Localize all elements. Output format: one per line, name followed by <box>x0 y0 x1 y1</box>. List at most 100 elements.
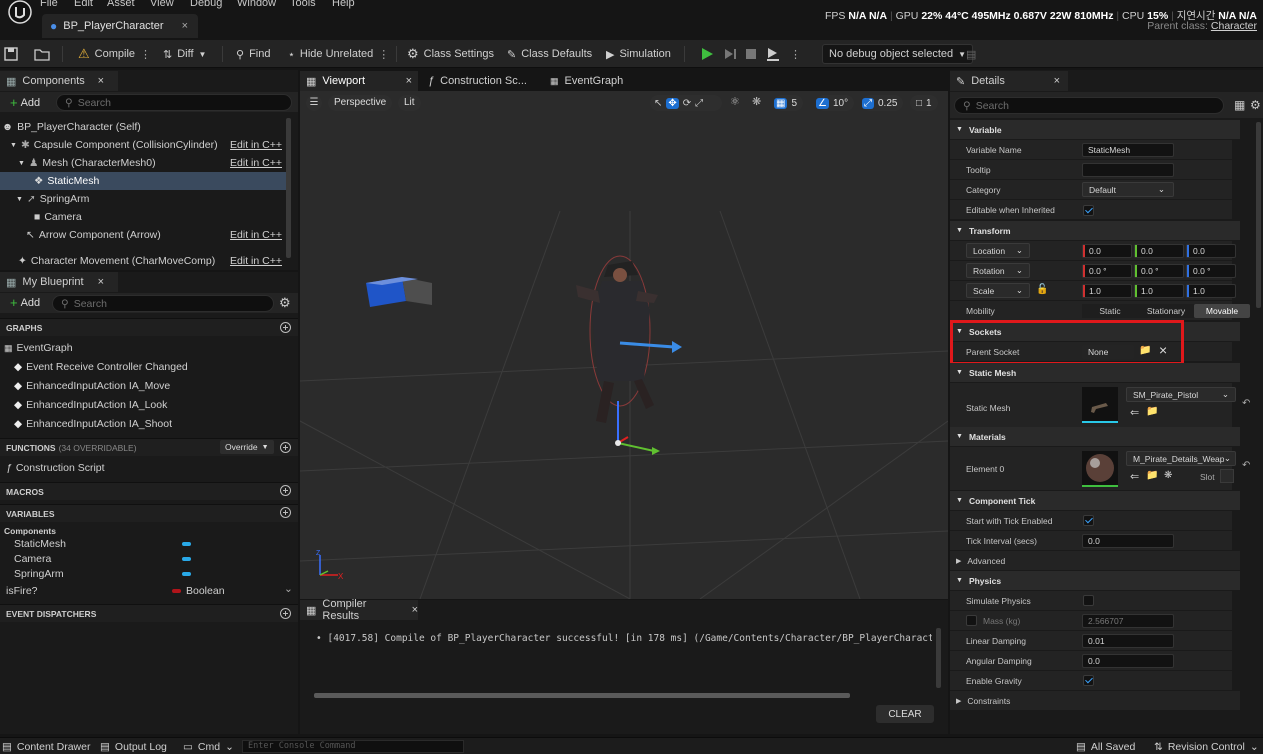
tooltip-input[interactable] <box>1082 163 1174 177</box>
variable-item[interactable]: isFire? Boolean ⌄ <box>6 582 294 600</box>
select-tool-icon[interactable]: ↖ <box>654 98 662 109</box>
edit-in-cpp-link[interactable]: Edit in C++ <box>230 139 282 151</box>
console-command-input[interactable]: Enter Console Command <box>242 740 464 753</box>
variables-header[interactable]: VARIABLES <box>0 504 298 522</box>
variable-name-input[interactable]: StaticMesh <box>1082 143 1174 157</box>
mobility-stationary[interactable]: Stationary <box>1138 304 1194 318</box>
menu-file[interactable]: File <box>40 0 58 9</box>
menu-window[interactable]: Window <box>237 0 276 9</box>
graphs-header[interactable]: GRAPHS <box>0 318 298 336</box>
stop-icon[interactable] <box>745 40 757 68</box>
unreal-logo-icon[interactable] <box>4 0 36 32</box>
gear-icon[interactable]: ⚙ <box>279 295 291 311</box>
add-component-button[interactable]: + Add <box>4 94 46 111</box>
mobility-static[interactable]: Static <box>1082 304 1138 318</box>
hamburger-menu-icon[interactable]: ☰ <box>306 95 322 111</box>
pirate-character-preview[interactable] <box>568 251 688 461</box>
all-saved-button[interactable]: ▤ All Saved <box>1076 738 1135 754</box>
output-log-button[interactable]: ▤ Output Log <box>100 738 167 754</box>
surface-snap-icon[interactable]: ❋ <box>752 95 761 108</box>
browse-asset-icon[interactable]: 📁 <box>1146 406 1158 417</box>
scale-tool-icon[interactable]: ⤢ <box>695 98 703 109</box>
tree-item-camera[interactable]: ■ Camera <box>34 208 82 226</box>
event-item[interactable]: ◆ Event Receive Controller Changed <box>14 358 188 376</box>
edit-in-cpp-link[interactable]: Edit in C++ <box>230 255 282 267</box>
scrollbar[interactable] <box>286 118 291 258</box>
menu-help[interactable]: Help <box>332 0 355 9</box>
compile-button[interactable]: ⚠ Compile ⋮ <box>78 40 151 68</box>
content-drawer-button[interactable]: ▤ Content Drawer <box>2 738 90 754</box>
angular-damping-input[interactable]: 0.0 <box>1082 654 1174 668</box>
static-mesh-dropdown[interactable]: SM_Pirate_Pistol ⌄ <box>1126 387 1236 402</box>
class-defaults-button[interactable]: ✎ Class Defaults <box>507 40 592 68</box>
close-icon[interactable]: × <box>406 75 412 87</box>
material-options-icon[interactable]: ❋ <box>1164 470 1172 481</box>
find-button[interactable]: ⚲ Find <box>236 40 270 68</box>
lit-dropdown[interactable]: Lit <box>398 95 421 111</box>
details-tab[interactable]: ✎ Details × <box>950 71 1068 91</box>
static-mesh-thumbnail[interactable] <box>1082 387 1118 423</box>
mass-override-checkbox[interactable] <box>966 615 977 626</box>
simulation-button[interactable]: ▶ Simulation <box>606 40 671 68</box>
transform-section-header[interactable]: ▼ Transform <box>950 221 1240 240</box>
menu-tools[interactable]: Tools <box>290 0 316 9</box>
event-item[interactable]: ◆ EnhancedInputAction IA_Move <box>14 377 170 395</box>
camera-mesh-preview[interactable] <box>362 273 436 313</box>
constraints-section-header[interactable]: ▶ Constraints <box>950 691 1240 710</box>
perspective-dropdown[interactable]: Perspective <box>328 95 393 111</box>
save-icon[interactable] <box>4 40 18 68</box>
compile-options-icon[interactable]: ⋮ <box>140 48 151 61</box>
components-search-input[interactable]: ⚲ Search <box>56 94 292 111</box>
location-x-input[interactable]: 0.0 <box>1082 244 1132 258</box>
category-dropdown[interactable]: Default ⌄ <box>1082 182 1174 197</box>
rotation-x-input[interactable]: 0.0 ° <box>1082 264 1132 278</box>
browse-folder-icon[interactable] <box>34 40 50 68</box>
add-blueprint-item-button[interactable]: + Add <box>4 294 46 311</box>
add-graph-icon[interactable] <box>280 322 291 333</box>
menu-edit[interactable]: Edit <box>74 0 93 9</box>
simulate-physics-checkbox[interactable] <box>1083 595 1094 606</box>
use-selected-icon[interactable]: ⇐ <box>1130 470 1139 483</box>
close-icon[interactable]: × <box>182 20 188 32</box>
start-tick-checkbox[interactable] <box>1083 515 1094 526</box>
edit-in-cpp-link[interactable]: Edit in C++ <box>230 157 282 169</box>
event-graph-tab[interactable]: ▦ EventGraph <box>544 71 654 91</box>
scale-y-input[interactable]: 1.0 <box>1134 284 1184 298</box>
linear-damping-input[interactable]: 0.01 <box>1082 634 1174 648</box>
component-tick-section-header[interactable]: ▼ Component Tick <box>950 491 1240 510</box>
reset-arrow-icon[interactable]: ↶ <box>1242 398 1250 409</box>
tree-item-self[interactable]: ☻ BP_PlayerCharacter (Self) <box>2 118 286 136</box>
construction-script-item[interactable]: ƒ Construction Script <box>6 459 105 477</box>
my-blueprint-tab[interactable]: ▦ My Blueprint × <box>0 272 118 292</box>
components-tab[interactable]: ▦ Components × <box>0 71 118 91</box>
blueprint-search-input[interactable]: ⚲ Search <box>52 295 274 312</box>
scrollbar[interactable] <box>1256 122 1261 308</box>
add-event-dispatcher-icon[interactable] <box>280 608 291 619</box>
compiler-results-tab[interactable]: ▦ Compiler Results × <box>300 598 418 622</box>
rotation-snap-control[interactable]: ∠ 10° <box>816 95 855 111</box>
menu-debug[interactable]: Debug <box>190 0 222 9</box>
camera-speed-control[interactable]: □ 1 <box>910 95 938 111</box>
add-variable-icon[interactable] <box>280 507 291 518</box>
vertical-scrollbar[interactable] <box>936 628 941 688</box>
viewport[interactable]: ☰ Perspective Lit ↖ ✥ ⟳ ⤢ ⚛ ❋ ▦ 5 ∠ 10° … <box>300 91 948 599</box>
rotation-dropdown[interactable]: Rotation ⌄ <box>966 263 1030 278</box>
advanced-section-header[interactable]: ▶ Advanced <box>950 551 1240 570</box>
diff-button[interactable]: ⇅ Diff ▼ <box>163 40 206 68</box>
hide-unrelated-button[interactable]: ⋆ Hide Unrelated ⋮ <box>288 40 389 68</box>
use-selected-icon[interactable]: ⇐ <box>1130 406 1139 419</box>
debug-object-dropdown[interactable]: No debug object selected ▼ <box>822 44 974 64</box>
mobility-movable[interactable]: Movable <box>1194 304 1250 318</box>
materials-section-header[interactable]: ▼ Materials <box>950 427 1240 446</box>
browse-asset-icon[interactable]: 📁 <box>1146 470 1158 481</box>
editable-inherited-checkbox[interactable] <box>1083 205 1094 216</box>
horizontal-scrollbar[interactable] <box>314 693 850 698</box>
clear-button[interactable]: CLEAR <box>876 705 934 723</box>
menu-view[interactable]: View <box>150 0 174 9</box>
details-search-input[interactable]: ⚲ Search <box>954 97 1224 114</box>
lock-icon[interactable]: 🔓 <box>1036 284 1048 295</box>
property-matrix-icon[interactable]: ▦ <box>1234 98 1245 112</box>
event-graph-item[interactable]: ▦ EventGraph <box>4 339 73 357</box>
viewport-tab[interactable]: ▦ Viewport × <box>300 71 418 91</box>
close-icon[interactable]: × <box>98 276 104 288</box>
